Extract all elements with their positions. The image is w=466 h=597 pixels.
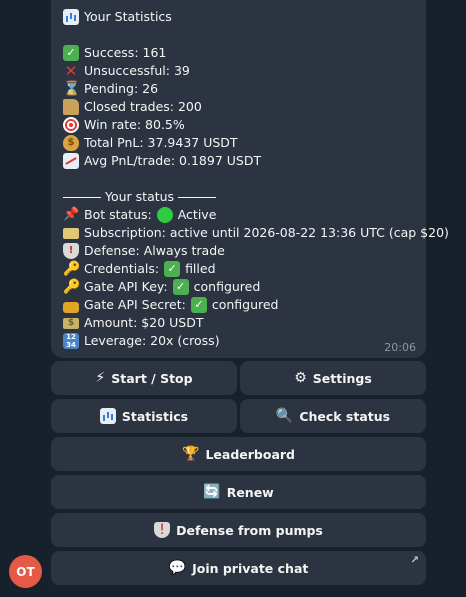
money-bag-icon: $ xyxy=(63,135,79,151)
pushpin-icon: 📌 xyxy=(63,207,80,222)
stat-pending: ⌛ Pending: 26 xyxy=(63,81,159,97)
avatar[interactable]: OT xyxy=(9,555,42,588)
check-icon: ✓ xyxy=(190,297,207,313)
shield-icon: ! xyxy=(154,522,171,538)
trophy-icon: 🏆 xyxy=(182,446,200,462)
check-icon: ✓ xyxy=(172,279,189,295)
gate-key-line: 🔑 Gate API Key: ✓ configured xyxy=(63,279,261,295)
check-status-button[interactable]: 🔍 Check status xyxy=(240,399,426,433)
bot-status-line: 📌 Bot status: Active xyxy=(63,207,217,223)
green-circle-icon xyxy=(156,207,173,223)
divider-left xyxy=(63,196,101,198)
folder-icon xyxy=(63,99,79,115)
shield-icon: ! xyxy=(63,243,79,259)
hourglass-icon: ⌛ xyxy=(63,81,81,97)
defense-from-pumps-button[interactable]: ! Defense from pumps xyxy=(51,513,426,547)
bar-chart-icon xyxy=(63,9,79,25)
gate-secret-line: Gate API Secret: ✓ configured xyxy=(63,296,414,314)
credit-card-icon xyxy=(63,227,79,239)
leaderboard-button[interactable]: 🏆 Leaderboard xyxy=(51,437,426,471)
renew-button[interactable]: 🔄 Renew xyxy=(51,475,426,509)
trend-chart-icon xyxy=(63,153,79,169)
leverage-line: 12 34 Leverage: 20x (cross) xyxy=(63,332,414,350)
numbers-icon: 12 34 xyxy=(63,333,79,349)
external-link-icon: ↗ xyxy=(410,555,419,566)
cross-icon: ✕ xyxy=(64,62,78,80)
bar-chart-icon xyxy=(99,408,116,424)
refresh-icon: 🔄 xyxy=(203,484,221,500)
start-stop-button[interactable]: ⚡ Start / Stop xyxy=(51,361,237,395)
magnifier-icon: 🔍 xyxy=(275,408,294,424)
settings-button[interactable]: ⚙ Settings xyxy=(240,361,426,395)
money-icon: $ xyxy=(63,317,79,329)
key-icon: 🔑 xyxy=(63,279,81,295)
join-private-chat-button[interactable]: 💬 Join private chat ↗ xyxy=(51,551,426,585)
speech-bubble-icon: 💬 xyxy=(168,560,187,576)
stat-avg-pnl: Avg PnL/trade: 0.1897 USDT xyxy=(63,152,414,170)
stat-closed-trades: Closed trades: 200 xyxy=(63,98,414,116)
status-header: Your status xyxy=(105,189,175,204)
bot-status-value: Active xyxy=(177,207,217,222)
lock-icon xyxy=(63,301,79,313)
amount-line: $ Amount: $20 USDT xyxy=(63,314,414,332)
stat-success: ✓ Success: 161 xyxy=(63,44,414,62)
check-icon: ✓ xyxy=(164,261,181,277)
message-time: 20:06 xyxy=(384,341,416,354)
check-icon: ✓ xyxy=(63,45,79,61)
defense-line: ! Defense: Always trade xyxy=(63,242,414,260)
key-icon: 🔑 xyxy=(63,261,81,277)
divider-right xyxy=(178,196,217,198)
gear-icon: ⚙ xyxy=(294,370,307,386)
statistics-button[interactable]: Statistics xyxy=(51,399,237,433)
target-icon xyxy=(63,117,79,133)
lightning-icon: ⚡ xyxy=(95,370,106,386)
subscription-line: Subscription: active until 2026-08-22 13… xyxy=(63,224,449,242)
stat-unsuccessful: ✕ Unsuccessful: 39 xyxy=(64,62,190,80)
bot-message-bubble: Your Statistics ✓ Success: 161 ✕ Unsucce… xyxy=(51,0,449,358)
stats-title-line: Your Statistics xyxy=(63,8,414,26)
stats-title: Your Statistics xyxy=(84,9,172,24)
stat-win-rate: Win rate: 80.5% xyxy=(63,116,414,134)
credentials-line: 🔑 Credentials: ✓ filled xyxy=(63,261,216,277)
status-header-line: Your status xyxy=(63,188,414,206)
stat-total-pnl: $ Total PnL: 37.9437 USDT xyxy=(63,134,414,152)
